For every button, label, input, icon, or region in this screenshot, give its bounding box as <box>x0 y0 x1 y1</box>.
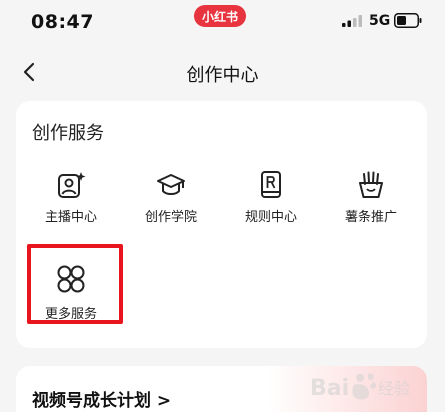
status-bar: 08:47 小红书 5G <box>0 0 445 44</box>
app-badge: 小红书 <box>194 5 246 27</box>
baidu-jingyan-watermark: Bai 经验 <box>310 373 410 401</box>
page-title: 创作中心 <box>186 65 259 86</box>
service-label: 薯条推广 <box>344 210 397 225</box>
nav-bar: 创作中心 <box>0 44 445 100</box>
svg-text:经验: 经验 <box>378 379 410 398</box>
service-fries-promotion[interactable]: 薯条推广 <box>326 170 416 230</box>
service-rules-center[interactable]: 规则中心 <box>226 170 316 230</box>
network-type: 5G <box>369 13 391 29</box>
growth-plan-title[interactable]: 视频号成长计划 > <box>32 386 171 411</box>
fries-icon <box>359 171 383 198</box>
graduation-cap-icon <box>157 174 185 195</box>
rulebook-icon <box>261 171 281 198</box>
streamer-avatar-icon <box>58 172 86 198</box>
battery-icon <box>394 13 422 28</box>
service-creator-academy[interactable]: 创作学院 <box>126 170 216 230</box>
card-title: 创作服务 <box>32 123 104 144</box>
service-label: 创作学院 <box>144 210 197 225</box>
service-label: 规则中心 <box>244 210 297 225</box>
status-time: 08:47 <box>31 11 94 33</box>
app-badge-label: 小红书 <box>201 9 238 24</box>
highlight-box <box>27 244 123 324</box>
cellular-signal-icon <box>342 15 362 27</box>
service-streamer-center[interactable]: 主播中心 <box>26 170 116 230</box>
service-label: 主播中心 <box>44 210 97 225</box>
svg-text:Bai: Bai <box>310 376 349 401</box>
